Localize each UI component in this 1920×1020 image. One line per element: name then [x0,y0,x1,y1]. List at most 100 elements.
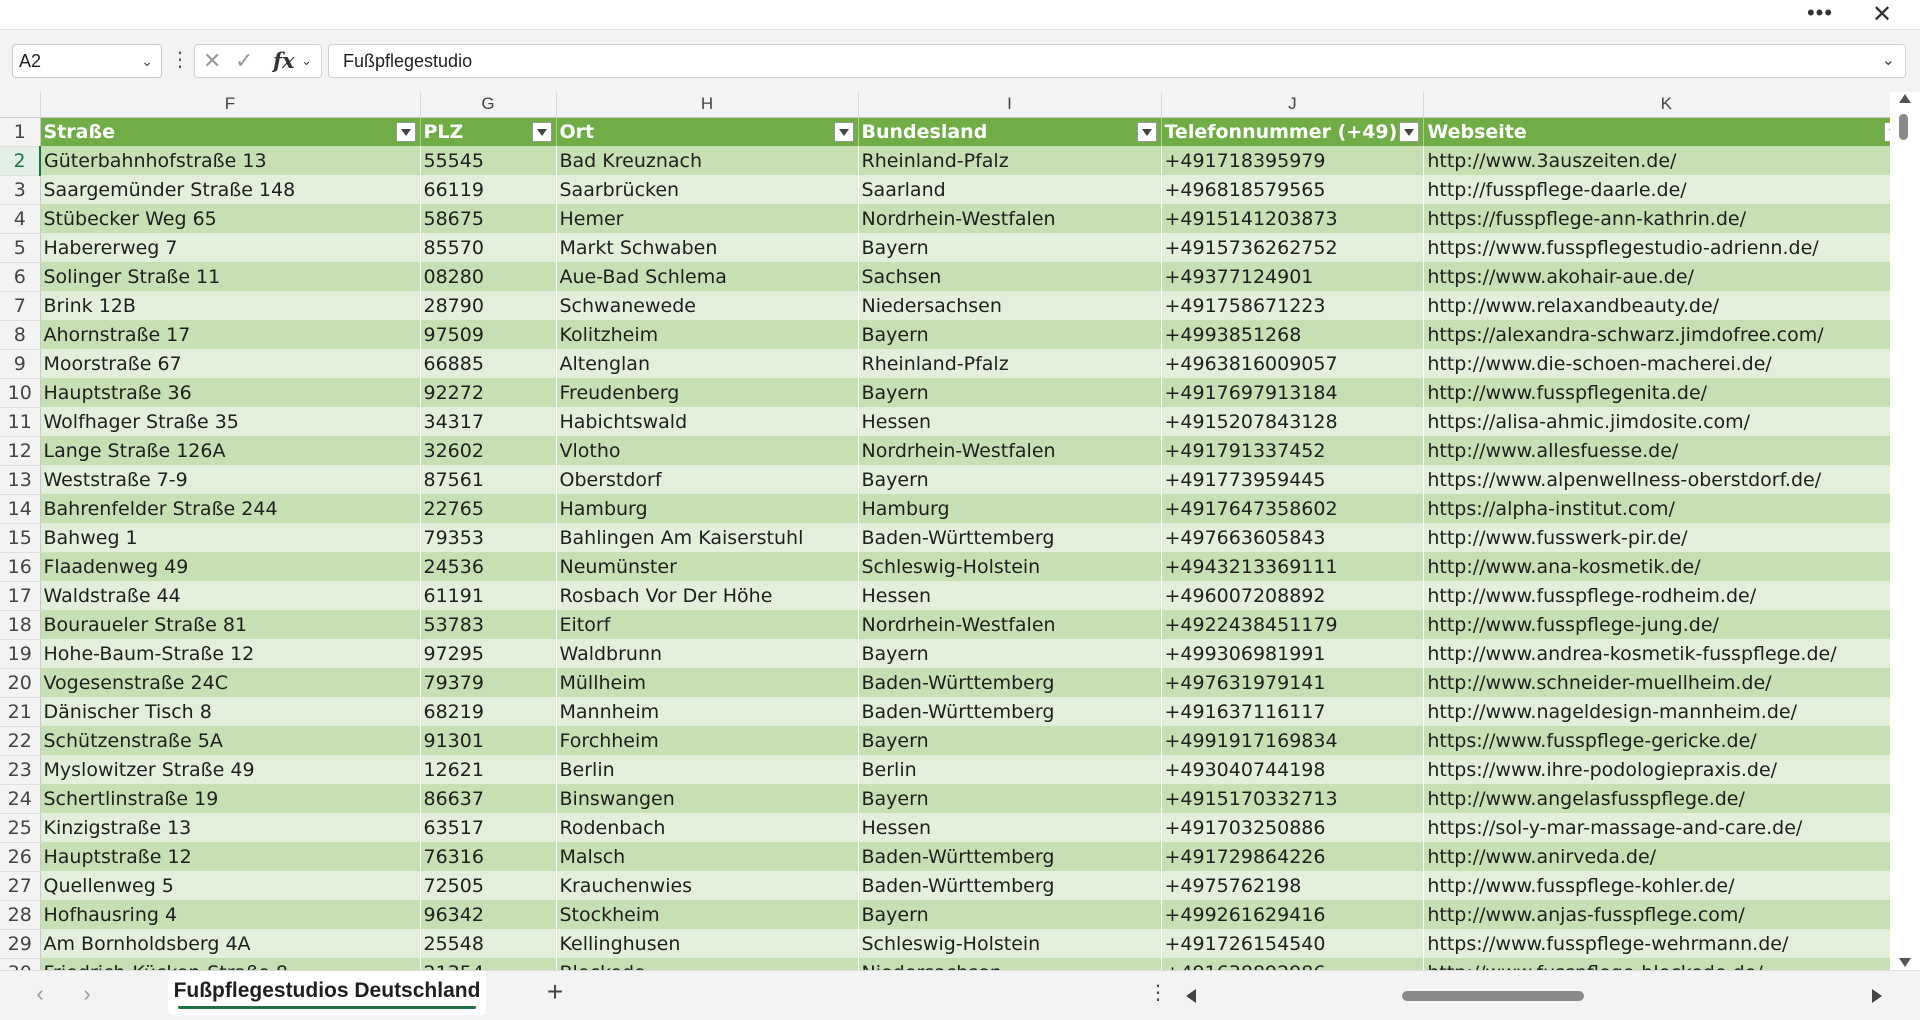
filter-dropdown-icon[interactable] [833,121,854,142]
table-cell[interactable]: Habichtswald [556,407,859,436]
table-cell[interactable]: Habererweg 7 [40,233,421,262]
table-cell[interactable]: +4917697913184 [1161,378,1425,407]
table-cell[interactable]: Bayern [858,320,1162,349]
table-cell[interactable]: Wolfhager Straße 35 [40,407,421,436]
row-header[interactable]: 23 [0,755,41,785]
table-cell[interactable]: Hamburg [858,494,1162,523]
table-cell[interactable]: 55545 [420,146,557,175]
table-cell[interactable]: Markt Schwaben [556,233,859,262]
table-cell[interactable]: Am Bornholdsberg 4A [40,929,421,958]
table-cell[interactable]: +499306981991 [1161,639,1425,668]
table-cell[interactable]: https://alpha-institut.com/ [1423,494,1910,523]
table-cell[interactable]: http://www.die-schoen-macherei.de/ [1423,349,1910,378]
row-header[interactable]: 17 [0,581,41,611]
table-cell[interactable]: +491729864226 [1161,842,1425,871]
table-cell[interactable]: Rosbach Vor Der Höhe [556,581,859,610]
formula-input[interactable]: Fußpflegestudio ⌄ [328,44,1906,78]
table-cell[interactable]: 72505 [420,871,557,900]
table-cell[interactable]: Kinzigstraße 13 [40,813,421,842]
table-cell[interactable]: 22765 [420,494,557,523]
table-cell[interactable]: Güterbahnhofstraße 13 [40,146,421,175]
table-cell[interactable]: Vlotho [556,436,859,465]
table-cell[interactable]: http://www.fusswerk-pir.de/ [1423,523,1910,552]
row-header[interactable]: 20 [0,668,41,698]
table-cell[interactable]: +499261629416 [1161,900,1425,929]
table-cell[interactable]: http://www.fusspflege-jung.de/ [1423,610,1910,639]
row-header[interactable]: 2 [0,146,41,176]
row-header[interactable]: 16 [0,552,41,582]
table-cell[interactable]: Bayern [858,639,1162,668]
sheet-tab-active[interactable]: Fußpflegestudios Deutschland [168,971,486,1015]
table-cell[interactable]: +4915141203873 [1161,204,1425,233]
table-cell[interactable]: Nordrhein-Westfalen [858,204,1162,233]
table-cell[interactable]: Rheinland-Pfalz [858,349,1162,378]
row-header[interactable]: 24 [0,784,41,814]
close-icon[interactable]: ✕ [1862,2,1902,28]
table-cell[interactable]: +497663605843 [1161,523,1425,552]
table-cell[interactable]: 12621 [420,755,557,784]
row-header[interactable]: 28 [0,900,41,930]
table-cell[interactable]: Mannheim [556,697,859,726]
table-cell[interactable]: Weststraße 7-9 [40,465,421,494]
row-header[interactable]: 10 [0,378,41,408]
scroll-down-icon[interactable] [1899,958,1911,967]
table-cell[interactable]: Schleswig-Holstein [858,552,1162,581]
table-cell[interactable]: +4922438451179 [1161,610,1425,639]
row-header[interactable]: 26 [0,842,41,872]
table-cell[interactable]: +497631979141 [1161,668,1425,697]
table-cell[interactable]: Quellenweg 5 [40,871,421,900]
table-cell[interactable]: +491637116117 [1161,697,1425,726]
table-cell[interactable]: Schwanewede [556,291,859,320]
table-cell[interactable]: Hauptstraße 12 [40,842,421,871]
table-cell[interactable]: Waldstraße 44 [40,581,421,610]
table-cell[interactable]: Binswangen [556,784,859,813]
row-header[interactable]: 19 [0,639,41,669]
table-cell[interactable]: +496818579565 [1161,175,1425,204]
table-cell[interactable]: Bouraueler Straße 81 [40,610,421,639]
table-cell[interactable]: http://www.3auszeiten.de/ [1423,146,1910,175]
table-cell[interactable]: Rheinland-Pfalz [858,146,1162,175]
table-cell[interactable]: Schleswig-Holstein [858,929,1162,958]
table-cell[interactable]: https://www.fusspflegestudio-adrienn.de/ [1423,233,1910,262]
column-header[interactable]: I [858,92,1162,118]
table-cell[interactable]: Berlin [858,755,1162,784]
table-cell[interactable]: Kellinghusen [556,929,859,958]
row-header[interactable]: 9 [0,349,41,379]
table-cell[interactable]: Baden-Württemberg [858,842,1162,871]
table-cell[interactable]: 97509 [420,320,557,349]
table-cell[interactable]: Hessen [858,407,1162,436]
table-cell[interactable]: Niedersachsen [858,958,1162,970]
table-cell[interactable]: https://fusspflege-ann-kathrin.de/ [1423,204,1910,233]
table-cell[interactable]: +491791337452 [1161,436,1425,465]
table-cell[interactable]: Hemer [556,204,859,233]
table-cell[interactable]: 66885 [420,349,557,378]
table-cell[interactable]: Stockheim [556,900,859,929]
table-cell[interactable]: Schertlinstraße 19 [40,784,421,813]
column-header[interactable]: K [1423,92,1910,118]
table-cell[interactable]: +4991917169834 [1161,726,1425,755]
table-cell[interactable]: Freudenberg [556,378,859,407]
table-cell[interactable]: Dänischer Tisch 8 [40,697,421,726]
table-cell[interactable]: Nordrhein-Westfalen [858,436,1162,465]
name-box[interactable]: A2 ⌄ [12,44,162,78]
table-cell[interactable]: 66119 [420,175,557,204]
table-cell[interactable]: http://www.nageldesign-mannheim.de/ [1423,697,1910,726]
header-cell[interactable]: Telefonnummer (+49) [1161,117,1425,146]
table-cell[interactable]: http://www.andrea-kosmetik-fusspflege.de… [1423,639,1910,668]
horizontal-scroll-thumb[interactable] [1402,991,1584,1001]
table-cell[interactable]: Baden-Württemberg [858,871,1162,900]
table-cell[interactable]: http://www.anjas-fusspflege.com/ [1423,900,1910,929]
table-cell[interactable]: 96342 [420,900,557,929]
table-cell[interactable]: +4917647358602 [1161,494,1425,523]
table-cell[interactable]: Myslowitzer Straße 49 [40,755,421,784]
vertical-ellipsis-icon[interactable]: ⋮ [1148,979,1168,1009]
table-cell[interactable]: Saargemünder Straße 148 [40,175,421,204]
expand-formula-icon[interactable]: ⌄ [1882,45,1895,77]
table-cell[interactable]: Sachsen [858,262,1162,291]
table-cell[interactable]: +491703250886 [1161,813,1425,842]
table-cell[interactable]: Solinger Straße 11 [40,262,421,291]
row-header[interactable]: 7 [0,291,41,321]
table-cell[interactable]: +4993851268 [1161,320,1425,349]
table-cell[interactable]: Hamburg [556,494,859,523]
table-cell[interactable]: Malsch [556,842,859,871]
